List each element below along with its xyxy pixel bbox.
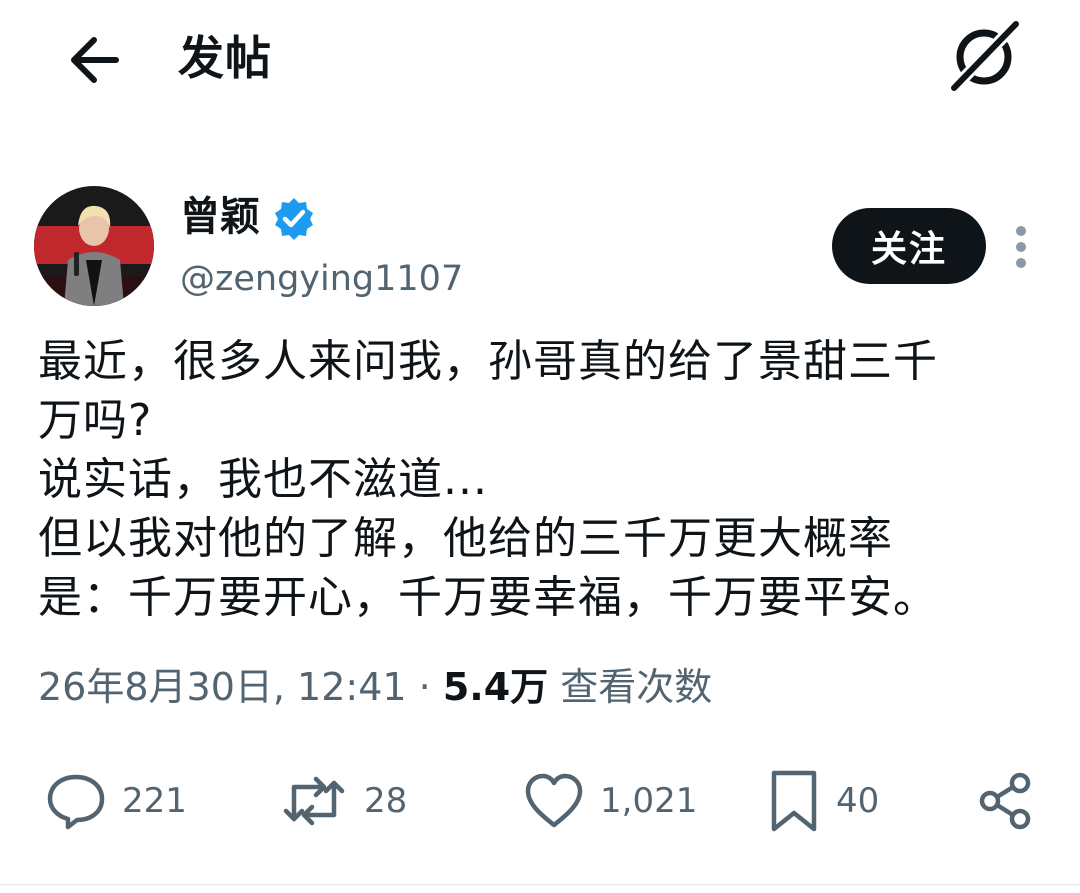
views-count[interactable]: 5.4万 — [443, 665, 548, 709]
meta-separator: · — [406, 665, 443, 709]
post-text-line: 是：千万要开心，千万要幸福，千万要平安。 — [38, 572, 938, 623]
grok-button[interactable] — [944, 20, 1028, 94]
post-detail-page: 发帖 曾颖 @zengying1107 关注 最近，很多人来问我，孙哥真的给了景… — [0, 0, 1080, 893]
bookmark-icon — [771, 770, 817, 832]
post-meta: 26年8月30日, 12:41 · 5.4万 查看次数 — [38, 662, 712, 712]
verified-badge-icon — [275, 198, 313, 240]
post-text-line: 说实话，我也不滋道... — [38, 454, 488, 505]
post-text-line: 万吗? — [38, 395, 153, 446]
post-text-line: 但以我对他的了解，他给的三千万更大概率 — [38, 513, 893, 564]
post-text-line: 最近，很多人来问我，孙哥真的给了景甜三千 — [38, 336, 938, 387]
post-text: 最近，很多人来问我，孙哥真的给了景甜三千 万吗? 说实话，我也不滋道... 但以… — [38, 332, 1048, 627]
repost-button[interactable]: 28 — [278, 768, 407, 834]
grok-icon — [948, 20, 1020, 94]
avatar-photo — [34, 186, 154, 306]
avatar[interactable] — [34, 186, 154, 306]
post-timestamp[interactable]: 26年8月30日, 12:41 — [38, 665, 407, 709]
top-bar: 发帖 — [0, 0, 1080, 120]
reply-count: 221 — [122, 781, 187, 821]
heart-icon — [525, 773, 583, 828]
back-button[interactable] — [60, 28, 130, 92]
display-name[interactable]: 曾颖 — [180, 190, 260, 244]
page-title: 发帖 — [178, 31, 272, 85]
share-icon — [979, 772, 1031, 830]
reply-icon — [47, 774, 105, 830]
like-count: 1,021 — [600, 781, 698, 821]
like-button[interactable]: 1,021 — [522, 768, 697, 834]
views-label: 查看次数 — [548, 665, 713, 709]
arrow-left-icon — [71, 37, 119, 83]
user-handle[interactable]: @zengying1107 — [180, 254, 463, 304]
follow-button[interactable]: 关注 — [832, 208, 986, 284]
divider — [0, 884, 1080, 885]
repost-icon — [283, 776, 345, 826]
bookmark-count: 40 — [836, 781, 880, 821]
reply-button[interactable]: 221 — [44, 768, 187, 834]
share-button[interactable] — [974, 768, 1038, 834]
more-options-button[interactable] — [1008, 224, 1034, 270]
bookmark-button[interactable]: 40 — [766, 768, 879, 834]
repost-count: 28 — [364, 781, 408, 821]
